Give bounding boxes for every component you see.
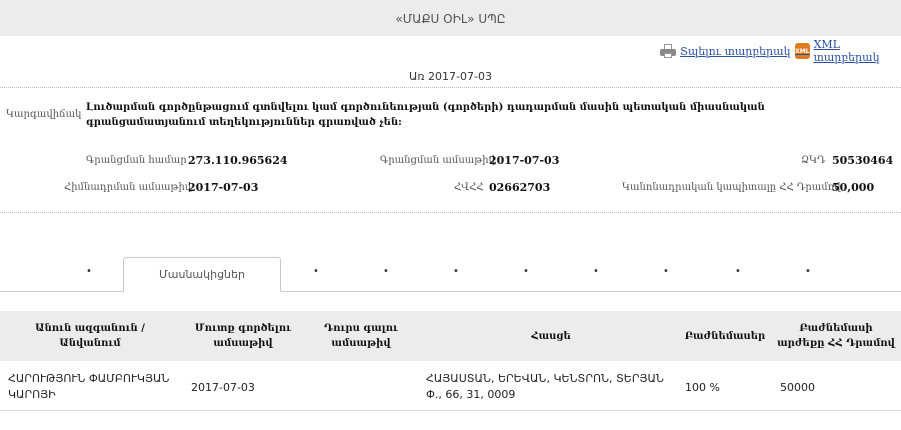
ssn-label: ՁԿԴ: [801, 155, 826, 166]
founded-date-label: Հիմնադրման ամսաթիվ: [64, 182, 192, 193]
share-percent: 100 %: [685, 381, 720, 394]
status-text: Լուծարման գործընթացում գտնվելու կամ գործ…: [86, 102, 765, 128]
divider: [0, 212, 901, 213]
column-header: Բաժնեմասեր: [684, 330, 766, 342]
tab-dot[interactable]: •: [451, 267, 461, 277]
tab-dot[interactable]: •: [733, 267, 743, 277]
tab-dot[interactable]: •: [521, 267, 531, 277]
table-header: Անուն ազգանուն / Անվանում Մուտք գործելու…: [0, 311, 901, 361]
column-header: Բաժնեմասի արժեքը ՀՀ Դրամով: [777, 323, 895, 349]
tab-dot[interactable]: •: [84, 267, 94, 277]
tax-id-value: 02662703: [489, 181, 551, 194]
capital-value: 50,000: [832, 181, 875, 194]
entry-date: 2017-07-03: [191, 381, 255, 394]
column-header: Դուրս գալու ամսաթիվ: [324, 323, 398, 349]
as-of-date: Առ 2017-07-03: [409, 70, 492, 83]
share-value: 50000: [780, 381, 815, 394]
page-title: «ՄԱՔՍ ՕԻԼ» ՍՊԸ: [0, 0, 901, 36]
column-header: Հասցե: [531, 330, 571, 342]
column-header: Անուն ազգանուն / Անվանում: [35, 323, 145, 349]
tab-dot[interactable]: •: [311, 267, 321, 277]
printer-icon: [660, 44, 676, 58]
tab-participants[interactable]: Մասնակիցներ: [123, 257, 281, 292]
status-label: Կարգավիճակ: [6, 109, 82, 120]
tab-dot[interactable]: •: [803, 267, 813, 277]
print-version-link[interactable]: Տպելու տարբերակ: [660, 42, 790, 60]
reg-date-value: 2017-07-03: [489, 154, 560, 167]
row-divider: [0, 410, 901, 411]
reg-number-value: 273.110.965624: [188, 154, 288, 167]
participant-name: ՀԱՐՈՒԹՅՈՒՆ ՓԱՄԲՈՒԿՅԱՆ ԿԱՐՈՅԻ: [8, 372, 170, 401]
column-header: Մուտք գործելու ամսաթիվ: [194, 323, 292, 349]
tab-dot[interactable]: •: [381, 267, 391, 277]
founded-date-value: 2017-07-03: [188, 181, 259, 194]
capital-label: Կանոնադրական կապիտալը ՀՀ Դրամով: [622, 182, 841, 193]
ssn-value: 50530464: [832, 154, 894, 167]
xml-file-icon: XML: [795, 43, 810, 59]
tab-dot[interactable]: •: [661, 267, 671, 277]
xml-version-label: XML տարբերակ: [813, 38, 880, 64]
reg-date-label: Գրանցման ամսաթիվ: [380, 155, 495, 166]
print-version-label: Տպելու տարբերակ: [680, 44, 791, 58]
reg-number-label: Գրանցման համար: [86, 155, 187, 166]
tax-id-label: ՀՎՀՀ: [454, 182, 484, 193]
divider: [0, 87, 901, 88]
address: ՀԱՅԱՍՏԱՆ, ԵՐԵՎԱՆ, ԿԵՆՏՐՈՆ, ՏԵՐՅԱՆ Փ., 66…: [426, 372, 664, 401]
tab-dot[interactable]: •: [591, 267, 601, 277]
xml-version-link[interactable]: XML XML տարբերակ: [795, 38, 901, 64]
